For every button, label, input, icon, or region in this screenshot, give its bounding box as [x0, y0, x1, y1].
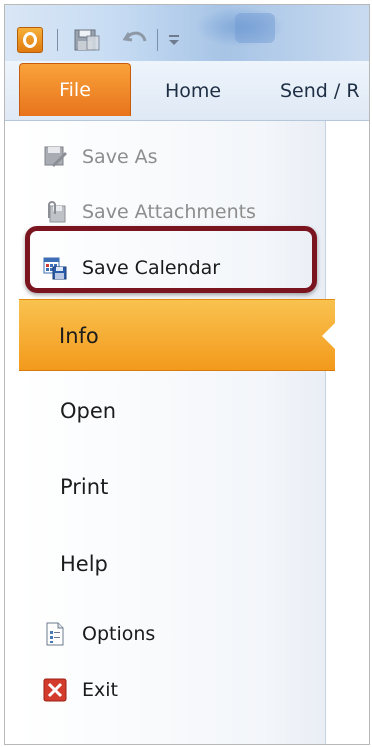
- options-command[interactable]: Options: [43, 616, 155, 652]
- exit-icon: [43, 678, 67, 702]
- tab-file[interactable]: File: [19, 63, 131, 116]
- undo-icon[interactable]: [123, 27, 151, 51]
- save-attachments-command[interactable]: Save Attachments: [43, 194, 256, 230]
- options-icon: [46, 622, 64, 646]
- save-as-icon: [44, 146, 67, 167]
- nav-info-label: Info: [59, 324, 99, 348]
- nav-print[interactable]: Print: [60, 469, 108, 505]
- outlook-icon[interactable]: [17, 27, 43, 53]
- quick-access-toolbar: [5, 5, 369, 61]
- customize-dropdown-icon[interactable]: [165, 27, 183, 51]
- save-attachments-icon: [48, 201, 66, 223]
- selection-notch: [322, 323, 335, 349]
- toolbar-separator: [157, 29, 158, 51]
- save-calendar-label: Save Calendar: [82, 257, 221, 279]
- exit-command[interactable]: Exit: [43, 672, 118, 708]
- outlook-window: File Home Send / R Save As Save Attachme…: [4, 4, 370, 745]
- toolbar-separator: [57, 29, 58, 51]
- exit-label: Exit: [82, 679, 118, 701]
- options-label: Options: [82, 623, 156, 645]
- save-calendar-command[interactable]: Save Calendar: [43, 250, 220, 286]
- nav-open[interactable]: Open: [60, 393, 116, 429]
- nav-help[interactable]: Help: [60, 546, 108, 582]
- save-attachments-label: Save Attachments: [82, 201, 256, 223]
- title-bar-background-accent: [235, 13, 275, 43]
- nav-info[interactable]: Info: [19, 299, 335, 371]
- tab-home[interactable]: Home: [165, 69, 221, 113]
- save-as-command[interactable]: Save As: [43, 139, 158, 175]
- save-icon[interactable]: [73, 27, 101, 53]
- save-as-label: Save As: [82, 146, 158, 168]
- save-calendar-icon: [43, 257, 67, 280]
- tab-send-receive[interactable]: Send / R: [280, 69, 360, 113]
